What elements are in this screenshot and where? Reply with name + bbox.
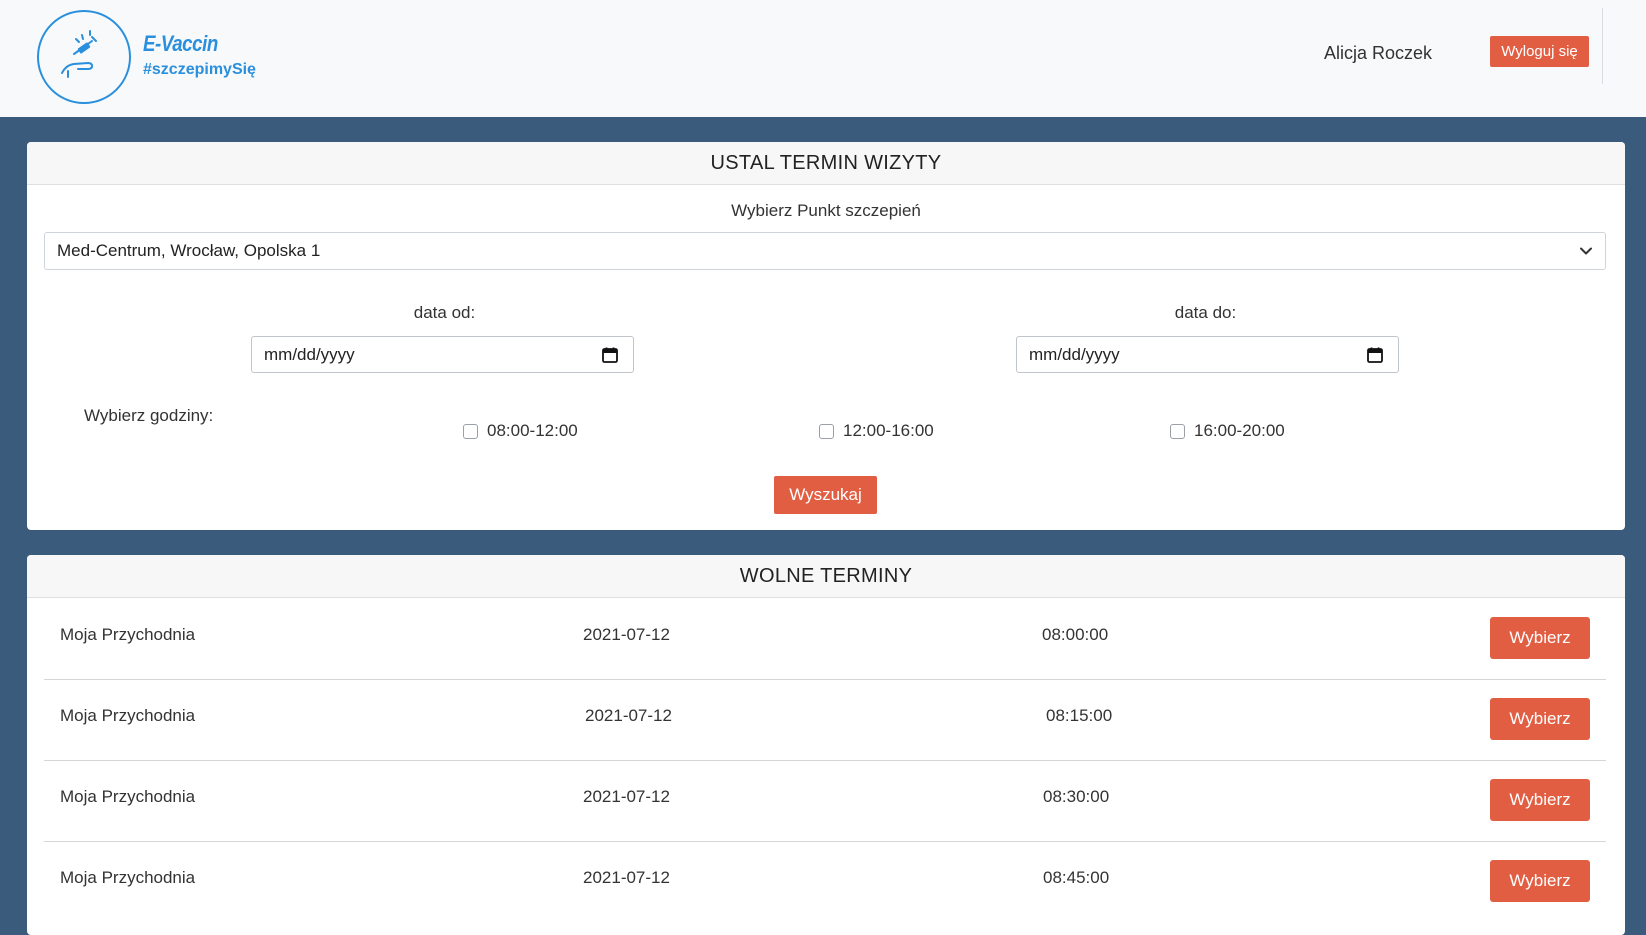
slot-date: 2021-07-12: [585, 706, 672, 725]
slot-clinic: Moja Przychodnia: [60, 706, 196, 725]
list-item: Moja Przychodnia 2021-07-12 08:30:00 Wyb…: [44, 760, 1606, 842]
hour-checkbox-evening[interactable]: [1170, 424, 1185, 439]
list-item: Moja Przychodnia 2021-07-12 08:00:00 Wyb…: [44, 598, 1606, 680]
calendar-icon[interactable]: [1366, 346, 1384, 364]
hour-option-afternoon: 12:00-16:00: [843, 421, 934, 440]
hour-option-morning: 08:00-12:00: [487, 421, 578, 440]
logo[interactable]: E-Vaccin #szczepimySię: [37, 10, 256, 104]
date-to-label: data do:: [1174, 303, 1237, 322]
hour-checkbox-afternoon[interactable]: [819, 424, 834, 439]
booking-card: USTAL TERMIN WIZYTY Wybierz Punkt szczep…: [27, 142, 1625, 530]
slot-time: 08:30:00: [1043, 787, 1110, 806]
list-item: Moja Przychodnia 2021-07-12 08:45:00 Wyb…: [44, 841, 1606, 922]
slot-clinic: Moja Przychodnia: [60, 868, 196, 887]
hours-label: Wybierz godziny:: [84, 406, 214, 425]
slot-clinic: Moja Przychodnia: [60, 625, 196, 644]
date-to-placeholder: mm/dd/yyyy: [1029, 345, 1120, 364]
booking-title: USTAL TERMIN WIZYTY: [27, 142, 1625, 185]
hour-option-evening: 16:00-20:00: [1194, 421, 1285, 440]
choose-slot-button[interactable]: Wybierz: [1490, 698, 1590, 740]
slot-time: 08:00:00: [1042, 625, 1109, 644]
date-from-input[interactable]: mm/dd/yyyy: [251, 336, 634, 373]
date-from-label: data od:: [413, 303, 476, 322]
brand-name: E-Vaccin: [143, 31, 218, 56]
search-button[interactable]: Wyszukaj: [774, 476, 877, 514]
calendar-icon[interactable]: [601, 346, 619, 364]
user-name: Alicja Roczek: [1324, 43, 1433, 63]
brand-tagline: #szczepimySię: [143, 61, 256, 78]
hour-checkbox-morning[interactable]: [463, 424, 478, 439]
date-to-input[interactable]: mm/dd/yyyy: [1016, 336, 1399, 373]
point-label: Wybierz Punkt szczepień: [731, 201, 921, 220]
vaccination-point-select[interactable]: Med-Centrum, Wrocław, Opolska 1: [44, 232, 1606, 270]
slot-date: 2021-07-12: [583, 787, 670, 806]
header-divider: [1602, 8, 1603, 84]
list-item: Moja Przychodnia 2021-07-12 08:15:00 Wyb…: [44, 679, 1606, 761]
logout-button[interactable]: Wyloguj się: [1490, 36, 1589, 67]
choose-slot-button[interactable]: Wybierz: [1490, 779, 1590, 821]
slot-time: 08:45:00: [1043, 868, 1110, 887]
choose-slot-button[interactable]: Wybierz: [1490, 617, 1590, 659]
vaccine-hand-icon: [37, 10, 131, 104]
slot-date: 2021-07-12: [583, 868, 670, 887]
date-from-placeholder: mm/dd/yyyy: [264, 345, 355, 364]
chevron-down-icon: [1580, 247, 1592, 255]
choose-slot-button[interactable]: Wybierz: [1490, 860, 1590, 902]
vaccination-point-value: Med-Centrum, Wrocław, Opolska 1: [57, 241, 321, 260]
slot-clinic: Moja Przychodnia: [60, 787, 196, 806]
free-slots-card: WOLNE TERMINY Moja Przychodnia 2021-07-1…: [27, 555, 1625, 935]
top-navbar: E-Vaccin #szczepimySię Alicja Roczek Wyl…: [0, 0, 1646, 117]
free-slots-title: WOLNE TERMINY: [27, 555, 1625, 598]
slot-time: 08:15:00: [1046, 706, 1113, 725]
slot-date: 2021-07-12: [583, 625, 670, 644]
